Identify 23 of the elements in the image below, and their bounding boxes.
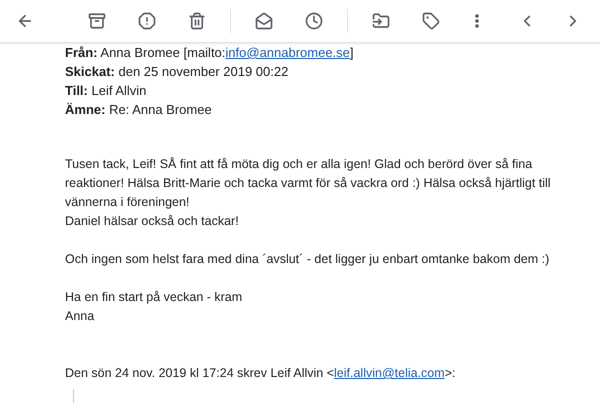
tag-icon — [422, 12, 440, 30]
message-text: Anna — [65, 308, 96, 325]
quote-attribution: Den sön 24 nov. 2019 kl 17:24 skrev Leif Allvin <leif.allvin@telia.com>: — [65, 365, 456, 382]
email-link[interactable]: info@annabromee.se — [225, 45, 350, 60]
open-envelope-icon — [255, 12, 273, 30]
clock-icon — [305, 12, 323, 30]
header-line: Från: Anna Bromee [mailto:info@annabromee.se] — [65, 44, 355, 62]
back-icon — [16, 12, 34, 30]
message-text: vännerna i föreningen! — [65, 194, 190, 211]
trash-icon — [188, 12, 206, 30]
more-icon — [475, 14, 479, 28]
archive-icon — [88, 12, 106, 30]
message-text: Ha en fin start på veckan - kram — [65, 289, 244, 306]
message-text: reaktioner! Hälsa Britt-Marie och tacka varmt för så vackra ord :) Hälsa också hjärtligt till — [65, 175, 552, 192]
message-text: Daniel hälsar också och tackar! — [65, 213, 240, 230]
message-text: Tusen tack, Leif! SÅ fint att få möta dig och er alla igen! Glad och berörd över så fina — [65, 156, 534, 173]
header-line: Till: Leif Allvin — [65, 82, 148, 100]
folder-arrow-icon — [372, 12, 390, 30]
message-text: Och ingen som helst fara med dina ´avslut´ - det ligger ju enbart omtanke bakom dem :) — [65, 251, 550, 268]
alert-icon — [138, 12, 156, 30]
email-link[interactable]: leif.allvin@telia.com — [334, 366, 445, 380]
header-line: Ämne: Re: Anna Bromee — [65, 101, 213, 119]
header-line: Skickat: den 25 november 2019 00:22 — [65, 63, 290, 81]
